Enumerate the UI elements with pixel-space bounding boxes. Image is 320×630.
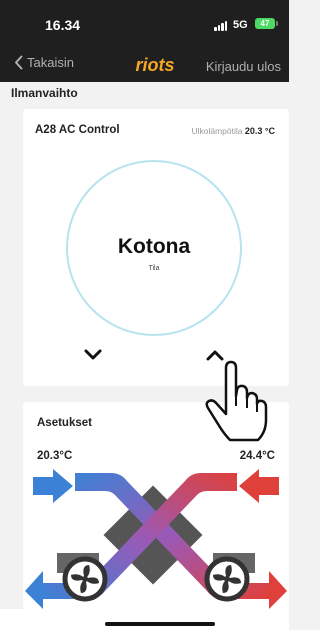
arrow-out-blue	[25, 571, 43, 609]
fan-icon	[62, 556, 108, 602]
back-label: Takaisin	[27, 55, 74, 70]
riots-logo: riots	[135, 55, 174, 75]
nav-bar: Takaisin riots Kirjaudu ulos	[0, 50, 289, 80]
back-button[interactable]: Takaisin	[14, 55, 74, 70]
supply-temperature: 20.3°C	[37, 450, 73, 462]
mode-dial[interactable]: Kotona Tila	[66, 160, 242, 336]
app-header: 16.34 5G 47 Takaisin riots Kirjaudu ulos	[0, 0, 289, 82]
outdoor-value: 20.3 °C	[244, 126, 275, 136]
logout-button[interactable]: Kirjaudu ulos	[206, 59, 281, 74]
fan-icon	[204, 556, 250, 602]
control-card: A28 AC Control Ulkolämpötila 20.3 °C Kot…	[23, 109, 289, 386]
status-time: 16.34	[45, 17, 81, 33]
network-type: 5G	[233, 19, 248, 31]
home-indicator[interactable]	[105, 622, 215, 626]
heat-exchanger-diagram	[25, 469, 287, 609]
arrow-in-blue	[33, 469, 73, 503]
device-title: A28 AC Control	[35, 124, 120, 136]
battery-tip	[276, 21, 278, 26]
arrow-out-red	[269, 571, 287, 609]
svg-text:riots: riots	[135, 55, 174, 75]
settings-title: Asetukset	[37, 417, 92, 429]
outdoor-label: Ulkolämpötila	[191, 126, 243, 136]
signal-icon	[214, 21, 227, 31]
chevron-down-icon[interactable]	[82, 347, 104, 363]
status-bar: 16.34 5G 47	[0, 0, 289, 44]
mode-value: Kotona	[117, 235, 191, 258]
chevron-left-icon	[15, 55, 23, 70]
footer	[0, 609, 289, 630]
mode-label: Tila	[148, 265, 160, 272]
arrow-in-red	[239, 469, 279, 503]
section-title: Ilmanvaihto	[11, 86, 78, 100]
outdoor-temperature: Ulkolämpötila 20.3 °C	[191, 126, 275, 136]
pointing-hand-icon	[205, 360, 268, 442]
extract-temperature: 24.4°C	[239, 450, 275, 462]
battery-icon: 47	[255, 18, 275, 29]
